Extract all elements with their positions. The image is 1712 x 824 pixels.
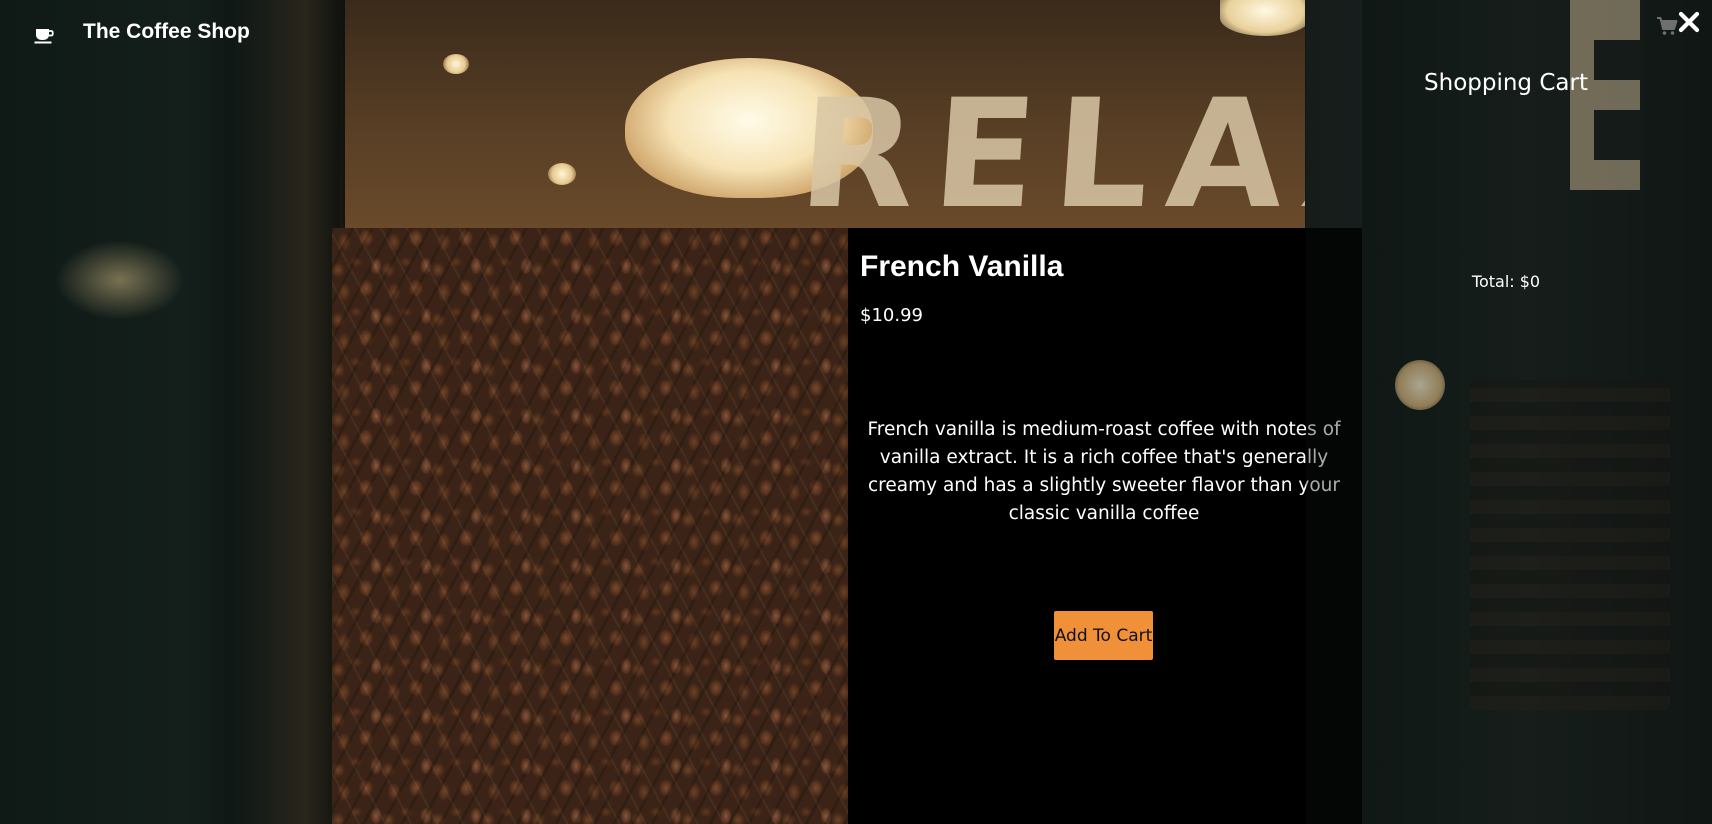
page: RELAX The Coffee Shop French Vanilla $10… xyxy=(0,0,1712,824)
cart-title: Shopping Cart xyxy=(1424,70,1588,96)
shopping-cart-icon[interactable] xyxy=(1656,16,1678,36)
background-window-frame xyxy=(185,0,345,824)
product-card: French Vanilla $10.99 French vanilla is … xyxy=(332,228,1362,824)
brand-name[interactable]: The Coffee Shop xyxy=(83,20,250,44)
shopping-cart-panel xyxy=(1306,0,1712,824)
close-icon[interactable] xyxy=(1677,10,1701,34)
coffee-beans-image xyxy=(332,228,848,824)
product-description: French vanilla is medium-roast coffee wi… xyxy=(867,419,1341,524)
background-bokeh-light xyxy=(443,54,469,74)
product-title: French Vanilla xyxy=(860,250,1064,283)
product-price: $10.99 xyxy=(860,305,923,326)
cart-panel-overlay xyxy=(1306,0,1362,228)
add-to-cart-button[interactable]: Add To Cart xyxy=(1054,611,1153,660)
coffee-cup-icon xyxy=(34,29,54,44)
cart-total: Total: $0 xyxy=(1471,272,1541,291)
background-bokeh-light xyxy=(548,163,576,185)
background-light-reflection xyxy=(55,240,185,320)
background-lamp-top xyxy=(1220,0,1310,36)
